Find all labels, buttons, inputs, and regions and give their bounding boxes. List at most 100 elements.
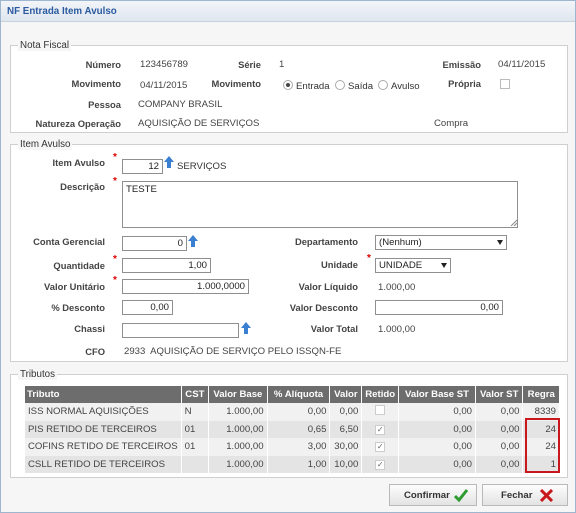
unidade-value: UNIDADE	[379, 260, 423, 271]
col-header-cst[interactable]: CST	[181, 386, 210, 403]
movimento-value: 04/11/2015	[140, 80, 188, 91]
cell-valor-st: 0,00	[475, 455, 524, 473]
departamento-value: (Nenhum)	[379, 237, 422, 248]
col-header-valor-base-st[interactable]: Valor Base ST	[398, 386, 477, 403]
cell-valor: 10,00	[329, 455, 363, 473]
cell-aliq: 0,00	[267, 403, 331, 421]
cfo-label: CFO	[85, 346, 105, 357]
required-mark: *	[113, 254, 117, 265]
col-header-valor[interactable]: Valor	[329, 386, 363, 403]
cell-base-st: 0,00	[398, 420, 477, 438]
propria-label: Própria	[448, 78, 481, 89]
radio-saida-label: Saída	[348, 81, 374, 92]
cell-tributo: COFINS RETIDO DE TERCEIROS	[25, 438, 182, 456]
col-header-tributo[interactable]: Tributo	[25, 386, 182, 403]
cell-tributo: ISS NORMAL AQUISIÇÕES	[25, 403, 182, 421]
window-title: NF Entrada Item Avulso	[7, 6, 117, 17]
propria-checkbox[interactable]	[500, 79, 510, 89]
cell-cst: N	[181, 403, 210, 421]
cell-tributo: CSLL RETIDO DE TERCEIROS	[25, 455, 182, 473]
table-row[interactable]: CSLL RETIDO DE TERCEIROS 1.000,00 1,00 10,0…	[25, 455, 560, 473]
cell-aliq: 1,00	[267, 455, 331, 473]
cell-valor-st: 0,00	[475, 403, 524, 421]
retido-checkbox[interactable]: ✓	[375, 424, 386, 435]
col-header-valor-base[interactable]: Valor Base	[208, 386, 268, 403]
unidade-label: Unidade	[321, 259, 358, 270]
cell-base-st: 0,00	[398, 438, 477, 456]
cell-valor-st: 0,00	[475, 420, 524, 438]
valor-liquido-label: Valor Líquido	[298, 281, 358, 292]
confirmar-label: Confirmar	[404, 490, 450, 501]
valor-desconto-label: Valor Desconto	[289, 302, 358, 313]
highlight-box	[525, 418, 560, 473]
item-avulso-legend: Item Avulso	[18, 139, 73, 150]
confirmar-button[interactable]: Confirmar	[389, 484, 477, 506]
natureza-label: Natureza Operação	[35, 118, 121, 129]
chassi-label: Chassi	[74, 323, 105, 334]
table-row[interactable]: PIS RETIDO DE TERCEIROS 01 1.000,00 0,65 6,5…	[25, 420, 560, 438]
emissao-label: Emissão	[442, 59, 481, 70]
descricao-label: Descrição	[60, 181, 105, 192]
required-mark: *	[367, 253, 371, 264]
item-label: Item Avulso	[52, 157, 105, 168]
table-row[interactable]: ISS NORMAL AQUISIÇÕES N 1.000,00 0,00 0,00 0,…	[25, 403, 560, 421]
resize-handle-icon[interactable]	[510, 219, 517, 226]
retido-cell: ✓	[361, 438, 400, 456]
pessoa-label: Pessoa	[88, 99, 121, 110]
retido-checkbox[interactable]: ✓	[375, 442, 386, 453]
lookup-arrow-icon[interactable]	[164, 156, 174, 168]
movimento-label: Movimento	[71, 78, 121, 89]
table-row[interactable]: COFINS RETIDO DE TERCEIROS 01 1.000,00 3,00…	[25, 438, 560, 456]
col-header-retido[interactable]: Retido	[361, 386, 400, 403]
quantidade-input[interactable]: 1,00	[122, 258, 211, 273]
conta-label: Conta Gerencial	[33, 236, 105, 247]
natureza-tipo: Compra	[434, 118, 469, 129]
fechar-label: Fechar	[501, 490, 533, 501]
radio-avulso[interactable]	[378, 80, 388, 90]
departamento-select[interactable]: (Nenhum)	[375, 235, 507, 250]
valor-unitario-label: Valor Unitário	[44, 281, 105, 292]
cell-base-st: 0,00	[398, 403, 477, 421]
desconto-pct-label: % Desconto	[51, 302, 105, 313]
required-mark: *	[113, 275, 117, 286]
cfo-value: 2933 AQUISIÇÃO DE SERVIÇO PELO ISSQN-FE	[124, 346, 342, 357]
quantidade-label: Quantidade	[53, 260, 105, 271]
col-header-aliquota[interactable]: % Alíquota	[267, 386, 331, 403]
lookup-arrow-icon[interactable]	[188, 235, 198, 247]
fechar-button[interactable]: Fechar	[482, 484, 568, 506]
retido-checkbox[interactable]: ✓	[375, 459, 386, 470]
required-mark: *	[113, 152, 117, 163]
col-header-valor-st[interactable]: Valor ST	[475, 386, 524, 403]
dialog-window: NF Entrada Item Avulso Nota Fiscal Númer…	[0, 0, 576, 513]
title-bar: NF Entrada Item Avulso	[1, 1, 575, 22]
lookup-arrow-icon[interactable]	[241, 322, 251, 334]
emissao-value: 04/11/2015	[498, 59, 546, 70]
check-icon	[454, 489, 468, 502]
item-code-input[interactable]: 12	[122, 159, 163, 174]
cell-valor: 0,00	[329, 403, 363, 421]
cell-base: 1.000,00	[208, 455, 268, 473]
chevron-down-icon	[497, 240, 503, 245]
radio-saida[interactable]	[335, 80, 345, 90]
cell-aliq: 3,00	[267, 438, 331, 456]
conta-input[interactable]: 0	[122, 236, 187, 251]
numero-value: 123456789	[140, 59, 189, 70]
cell-tributo: PIS RETIDO DE TERCEIROS	[25, 420, 182, 438]
valor-total-value: 1.000,00	[378, 324, 416, 335]
descricao-textarea[interactable]: TESTE	[122, 181, 518, 228]
movimento-type-label: Movimento	[211, 78, 261, 89]
cell-base: 1.000,00	[208, 403, 268, 421]
nota-fiscal-legend: Nota Fiscal	[18, 40, 71, 51]
radio-entrada[interactable]	[283, 80, 293, 90]
radio-avulso-label: Avulso	[391, 81, 420, 92]
item-name: SERVIÇOS	[177, 161, 227, 172]
chassi-input[interactable]	[122, 323, 239, 338]
cell-base: 1.000,00	[208, 438, 268, 456]
col-header-regra[interactable]: Regra	[522, 386, 560, 403]
desconto-pct-input[interactable]: 0,00	[122, 300, 173, 315]
valor-desconto-input[interactable]: 0,00	[375, 300, 503, 315]
retido-checkbox[interactable]	[375, 405, 386, 416]
unidade-select[interactable]: UNIDADE	[375, 258, 451, 273]
valor-unitario-input[interactable]: 1.000,0000	[122, 279, 249, 294]
retido-cell	[361, 403, 400, 421]
